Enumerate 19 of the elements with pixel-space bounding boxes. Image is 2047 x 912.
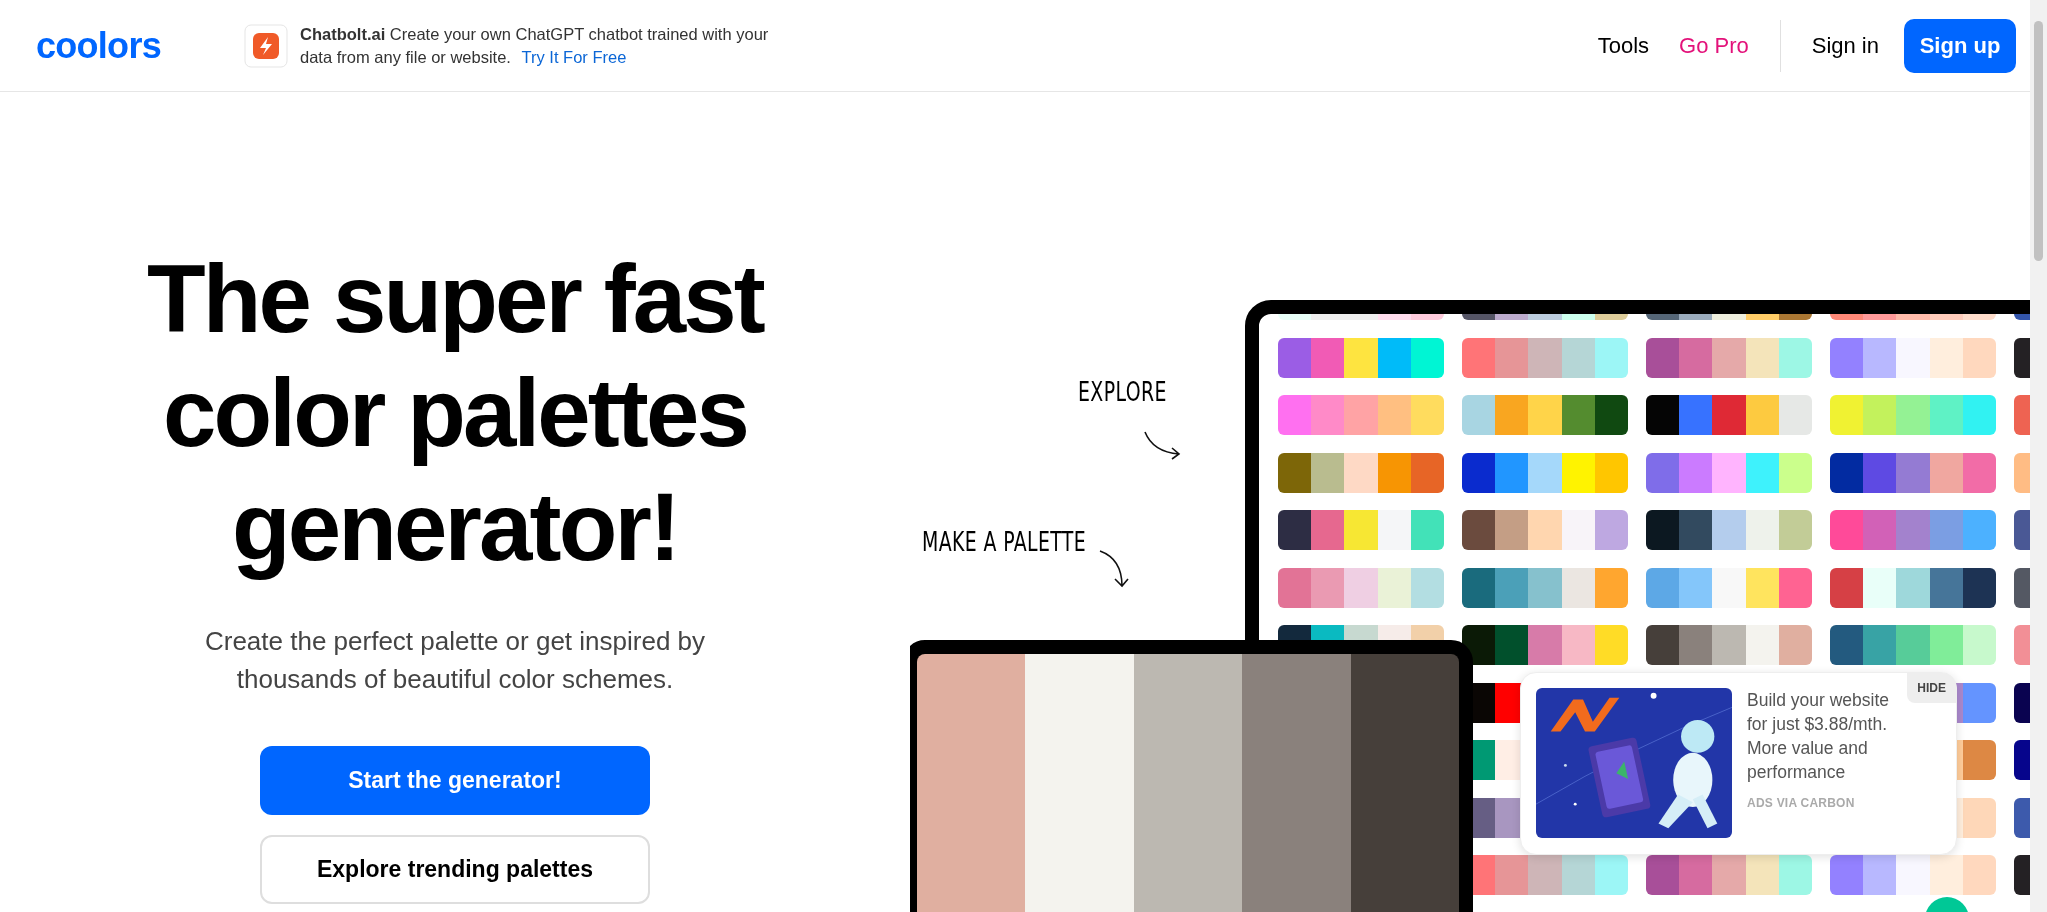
- hero-subtitle: Create the perfect palette or get inspired by thousands of beautiful color schemes.: [203, 625, 707, 696]
- sign-up-button[interactable]: Sign up: [1904, 18, 2016, 73]
- start-generator-button[interactable]: Start the generator!: [260, 746, 650, 815]
- ad-text[interactable]: Build your website for just $3.88/mth. More value and performance: [1747, 688, 1905, 784]
- coolors-logo[interactable]: coolors: [36, 18, 204, 73]
- hero-title: The super fast color palettes generator!: [146, 244, 765, 582]
- sponsor-message: Chatbolt.ai Create your own ChatGPT chatbot trained with your data from any file or website. Try It For Free: [300, 23, 770, 68]
- explore-palettes-button[interactable]: Explore trending palettes: [260, 835, 650, 904]
- ads-via-carbon-label: ADS VIA CARBON: [1747, 795, 1856, 812]
- curved-arrow-icon: [1143, 430, 1183, 462]
- lightning-icon: [244, 23, 288, 68]
- handwritten-note: MAKE A PALETTE: [922, 525, 1087, 559]
- try-free-link[interactable]: Try It For Free: [521, 47, 627, 66]
- curved-arrow-icon: [1098, 549, 1130, 589]
- hide-ad-button[interactable]: HIDE: [1907, 673, 1956, 703]
- nav-link[interactable]: Tools: [1582, 29, 1664, 62]
- handwritten-note: EXPLORE: [1078, 375, 1167, 409]
- go-pro-link[interactable]: Go Pro: [1664, 29, 1764, 62]
- sign-in-link[interactable]: Sign in: [1796, 29, 1894, 62]
